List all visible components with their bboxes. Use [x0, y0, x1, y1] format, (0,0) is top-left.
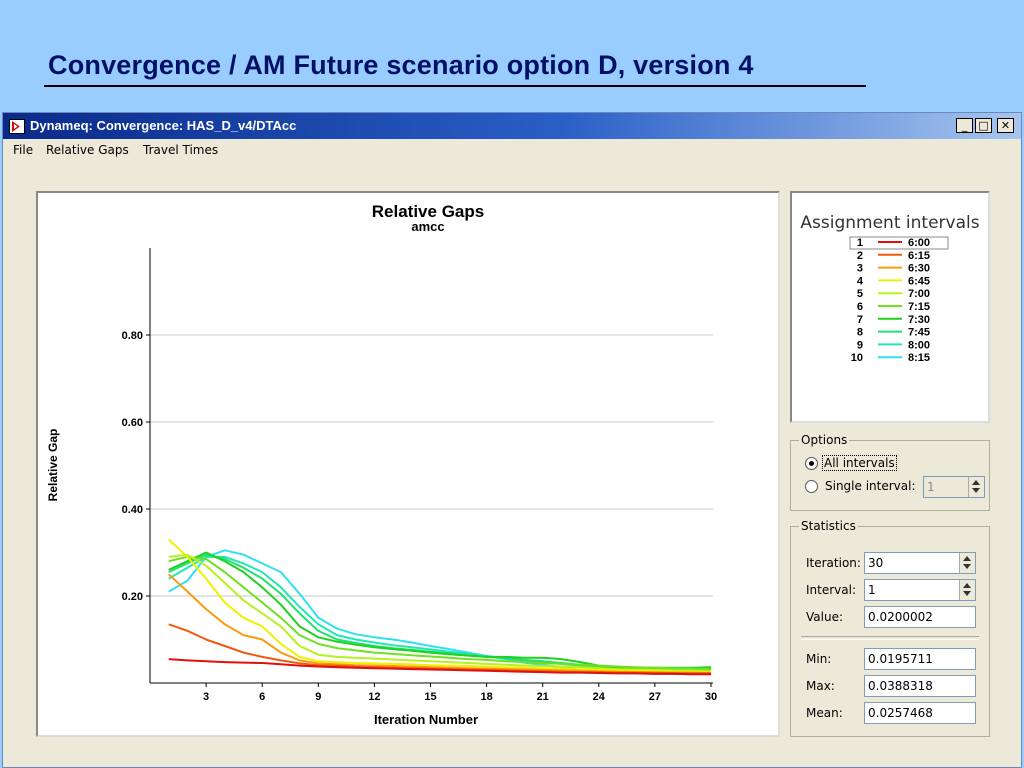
- spin-down-icon: [972, 488, 980, 493]
- menu-relative-gaps[interactable]: Relative Gaps: [46, 143, 129, 157]
- legend-item-time[interactable]: 6:15: [908, 250, 930, 262]
- maximize-button[interactable]: □: [975, 118, 992, 133]
- mean-field[interactable]: 0.0257468: [864, 702, 976, 724]
- legend-item-number[interactable]: 2: [857, 250, 863, 262]
- chart-panel: Relative Gaps amcc Relative Gap Iteratio…: [36, 191, 780, 737]
- minimize-button[interactable]: _: [956, 118, 973, 133]
- single-interval-field[interactable]: 1: [923, 476, 985, 498]
- x-tick-label: 30: [705, 691, 717, 703]
- radio-all-intervals[interactable]: [805, 457, 818, 470]
- x-tick-label: 12: [368, 691, 380, 703]
- legend-item-number[interactable]: 3: [857, 263, 863, 275]
- y-tick-label: 0.80: [122, 330, 143, 342]
- series-line-745: [168, 553, 711, 671]
- legend-item-number[interactable]: 8: [857, 327, 863, 339]
- x-tick-label: 27: [649, 691, 661, 703]
- legend-item-time[interactable]: 8:00: [908, 339, 930, 351]
- spin-down-icon: [963, 591, 971, 596]
- interval-value: 1: [868, 583, 876, 597]
- value-label: Value:: [806, 610, 843, 624]
- legend-item-number[interactable]: 5: [857, 288, 863, 300]
- options-label: Options: [799, 433, 850, 447]
- x-tick-label: 18: [480, 691, 492, 703]
- spin-up-icon: [963, 556, 971, 561]
- legend-item-time[interactable]: 7:30: [908, 314, 930, 326]
- legend-item-number[interactable]: 1: [857, 237, 863, 249]
- single-interval-spinner[interactable]: [968, 477, 984, 497]
- x-axis-label: Iteration Number: [374, 712, 478, 727]
- menu-file[interactable]: File: [13, 143, 33, 157]
- x-tick-label: 15: [424, 691, 436, 703]
- series-line-630: [168, 573, 712, 674]
- y-axis-label: Relative Gap: [46, 429, 60, 502]
- legend-item-time[interactable]: 6:00: [908, 237, 930, 249]
- spin-up-icon: [972, 480, 980, 485]
- legend-item-time[interactable]: 7:00: [908, 288, 930, 300]
- legend-item-number[interactable]: 10: [851, 352, 863, 364]
- close-button[interactable]: ✕: [997, 118, 1014, 133]
- single-interval-value: 1: [927, 480, 935, 494]
- interval-field[interactable]: 1: [864, 579, 976, 601]
- statistics-label: Statistics: [799, 519, 858, 533]
- relative-gaps-chart: Relative Gaps amcc Relative Gap Iteratio…: [46, 202, 717, 727]
- statistics-divider: [801, 636, 979, 640]
- legend-list: 1 6:00 2 6:15 3 6:30 4 6:45 5 7:00 6 7:15 7 7:30 8 7:45…: [849, 236, 949, 364]
- x-tick-label: 6: [259, 691, 265, 703]
- single-interval-label[interactable]: Single interval:: [825, 479, 916, 493]
- window-title: Dynameq: Convergence: HAS_D_v4/DTAcc: [30, 118, 297, 133]
- menu-travel-times[interactable]: Travel Times: [143, 143, 218, 157]
- iteration-label: Iteration:: [806, 556, 861, 570]
- legend-item-number[interactable]: 4: [857, 275, 864, 287]
- y-tick-label: 0.60: [122, 417, 143, 429]
- slide-title: Convergence / AM Future scenario option …: [48, 50, 754, 80]
- iteration-value: 30: [868, 556, 884, 570]
- legend-title: Assignment intervals: [800, 213, 980, 233]
- statistics-group: Statistics Iteration: 30 Interval: 1 Val…: [790, 519, 990, 737]
- min-label: Min:: [806, 652, 832, 666]
- all-intervals-label[interactable]: All intervals: [822, 455, 897, 471]
- radio-single-interval[interactable]: [805, 480, 818, 493]
- interval-spinner[interactable]: [959, 580, 975, 600]
- x-tick-label: 9: [315, 691, 321, 703]
- y-tick-label: 0.20: [122, 591, 143, 603]
- dynameq-app-icon: [9, 119, 25, 134]
- spin-down-icon: [963, 564, 971, 569]
- legend-panel: Assignment intervals 1 6:00 2 6:15 3 6:30 4 6:4…: [790, 191, 990, 423]
- x-tick-label: 24: [593, 691, 606, 703]
- min-field[interactable]: 0.0195711: [864, 648, 976, 670]
- menu-bar: File Relative Gaps Travel Times: [3, 141, 1021, 161]
- radio-selected-dot: [809, 461, 814, 466]
- legend-item-time[interactable]: 8:15: [908, 352, 930, 364]
- iteration-field[interactable]: 30: [864, 552, 976, 574]
- legend-item-time[interactable]: 7:15: [908, 301, 930, 313]
- legend-item-number[interactable]: 9: [857, 339, 863, 351]
- legend-item-number[interactable]: 7: [857, 314, 863, 326]
- title-underline: [44, 85, 866, 87]
- options-group: Options All intervals Single interval: 1: [790, 433, 990, 511]
- convergence-window: Dynameq: Convergence: HAS_D_v4/DTAcc _ □…: [2, 112, 1022, 768]
- value-field[interactable]: 0.0200002: [864, 606, 976, 628]
- x-tick-label: 21: [537, 691, 549, 703]
- legend-item-time[interactable]: 6:45: [908, 275, 930, 287]
- window-titlebar[interactable]: Dynameq: Convergence: HAS_D_v4/DTAcc _ □…: [3, 113, 1021, 139]
- series-line-815: [168, 549, 711, 675]
- x-tick-label: 3: [203, 691, 209, 703]
- chart-subtitle: amcc: [411, 219, 444, 234]
- legend-item-time[interactable]: 6:30: [908, 263, 930, 275]
- interval-label: Interval:: [806, 583, 856, 597]
- mean-label: Mean:: [806, 706, 843, 720]
- max-field[interactable]: 0.0388318: [864, 675, 976, 697]
- y-tick-label: 0.40: [122, 504, 143, 516]
- legend-item-time[interactable]: 7:45: [908, 327, 930, 339]
- iteration-spinner[interactable]: [959, 553, 975, 573]
- max-label: Max:: [806, 679, 835, 693]
- legend-item-number[interactable]: 6: [857, 301, 863, 313]
- spin-up-icon: [963, 583, 971, 588]
